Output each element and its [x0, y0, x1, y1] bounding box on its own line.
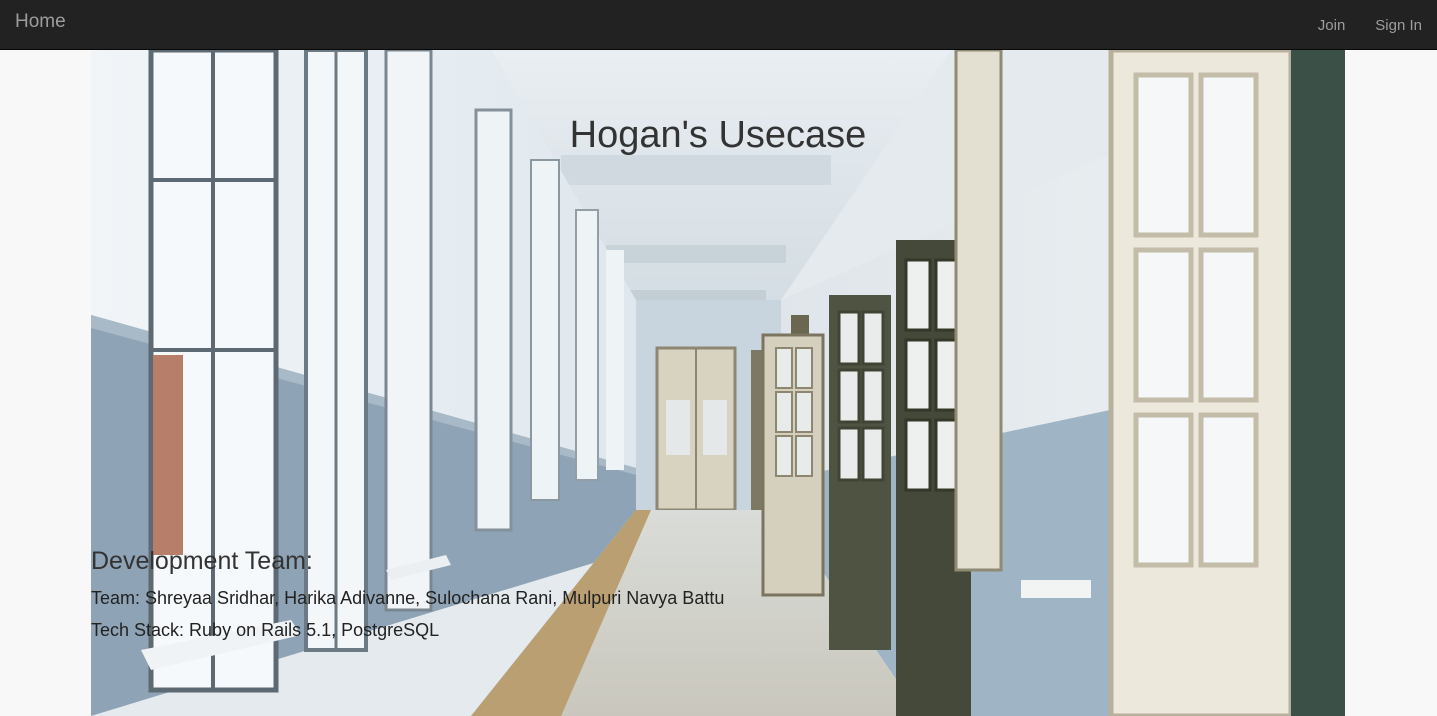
top-navbar: Home Join Sign In: [0, 0, 1437, 50]
team-members-text: Team: Shreyaa Sridhar, Harika Adivanne, …: [91, 588, 725, 608]
hero-section: Hogan's Usecase Development Team: Team: …: [91, 50, 1345, 716]
join-link[interactable]: Join: [1318, 17, 1346, 34]
home-link[interactable]: Home: [15, 11, 66, 33]
sign-in-link[interactable]: Sign In: [1375, 17, 1422, 34]
development-team-heading: Development Team:: [91, 547, 313, 575]
tech-stack-text: Tech Stack: Ruby on Rails 5.1, PostgreSQ…: [91, 620, 440, 640]
page-title: Hogan's Usecase: [569, 114, 867, 156]
nav-right-links: Join Sign In: [1288, 0, 1422, 50]
